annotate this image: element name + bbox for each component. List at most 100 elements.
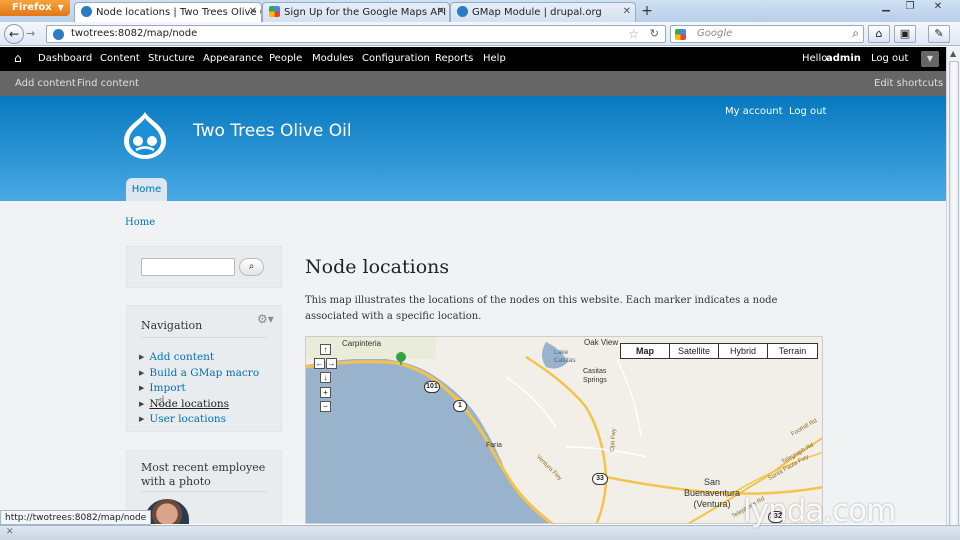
- toolbar-item-appearance[interactable]: Appearance: [203, 53, 263, 64]
- magnifier-icon[interactable]: ⌕: [852, 26, 859, 41]
- firefox-menu-button[interactable]: Firefox ▼: [0, 0, 70, 16]
- pan-down-button[interactable]: ↓: [320, 372, 331, 383]
- scrollbar-thumb[interactable]: [949, 61, 959, 531]
- toolbar-item-help[interactable]: Help: [483, 53, 506, 64]
- nav-item-build-gmap-macro[interactable]: ▶ Build a GMap macro: [139, 367, 259, 383]
- divider: [141, 337, 267, 338]
- divider: [141, 491, 267, 492]
- reload-icon[interactable]: ↻: [650, 27, 659, 40]
- site-header: Two Trees Olive Oil My account Log out H…: [0, 96, 946, 201]
- new-tab-button[interactable]: +: [638, 3, 656, 21]
- shortcut-bar: Add content Find content Edit shortcuts: [0, 71, 946, 96]
- my-account-link[interactable]: My account: [725, 106, 783, 117]
- header-logout-link[interactable]: Log out: [789, 106, 826, 117]
- url-text: twotrees:8082/map/node: [71, 28, 198, 39]
- bullet-icon: ▶: [139, 415, 145, 423]
- user-link[interactable]: admin: [826, 53, 861, 64]
- site-name[interactable]: Two Trees Olive Oil: [193, 121, 352, 141]
- highway-shield: 1: [453, 400, 467, 412]
- page-title: Node locations: [305, 256, 450, 278]
- navigation-block: Navigation ⚙▾ ▶ Add content ▶ Build a GMap…: [126, 305, 282, 432]
- nav-item-user-locations[interactable]: ▶ User locations: [139, 413, 259, 429]
- page-scrollbar[interactable]: ▲: [946, 47, 960, 531]
- tab-google-maps-api[interactable]: Sign Up for the Google Maps API - G...✕: [262, 2, 450, 22]
- close-tab-icon[interactable]: ✕: [249, 6, 257, 17]
- shortcut-add-content[interactable]: Add content: [15, 78, 76, 89]
- nav-item-add-content[interactable]: ▶ Add content: [139, 351, 259, 367]
- close-window-icon[interactable]: ✕: [930, 1, 946, 15]
- highway-shield: 101: [424, 381, 440, 393]
- breadcrumb[interactable]: Home: [125, 217, 155, 228]
- tab-label: GMap Module | drupal.org: [472, 7, 602, 18]
- home-button[interactable]: ⌂: [868, 25, 890, 43]
- tab-label: Node locations | Two Trees Olive Oil: [96, 7, 262, 18]
- close-tab-icon[interactable]: ✕: [623, 6, 631, 17]
- place-label: Lake Casitas: [554, 349, 576, 364]
- tab-label: Sign Up for the Google Maps API - G...: [284, 7, 449, 18]
- restore-icon[interactable]: ❐: [902, 1, 918, 15]
- bookmark-star-icon[interactable]: ☆: [628, 27, 639, 41]
- drupal-favicon-icon: [81, 6, 92, 17]
- map-type-satellite-button[interactable]: Satellite: [669, 343, 719, 359]
- highway-shield: 33: [592, 473, 608, 485]
- search-input[interactable]: [141, 258, 235, 276]
- forward-icon[interactable]: →: [26, 27, 35, 40]
- tab-home[interactable]: Home: [126, 178, 167, 201]
- search-bar[interactable]: Google ⌕: [670, 25, 864, 43]
- close-addon-bar-icon[interactable]: ✕: [6, 527, 14, 537]
- site-favicon-icon: [53, 29, 64, 40]
- toolbar-item-dashboard[interactable]: Dashboard: [38, 53, 92, 64]
- map-type-hybrid-button[interactable]: Hybrid: [718, 343, 768, 359]
- bookmarks-button[interactable]: ▣: [894, 25, 916, 43]
- drupal-logo-icon[interactable]: [122, 110, 168, 160]
- search-icon: ⌕: [248, 261, 255, 272]
- zoom-out-button[interactable]: −: [320, 401, 331, 412]
- toolbar-item-content[interactable]: Content: [100, 53, 140, 64]
- search-button[interactable]: ⌕: [239, 258, 264, 276]
- map-type-map-button[interactable]: Map: [620, 343, 670, 359]
- zoom-in-button[interactable]: +: [320, 387, 331, 398]
- close-tab-icon[interactable]: ✕: [437, 6, 445, 17]
- toolbar-item-structure[interactable]: Structure: [148, 53, 195, 64]
- hand-cursor-icon: ☝: [157, 394, 165, 409]
- bullet-icon: ▶: [139, 368, 145, 377]
- pan-left-button[interactable]: ←: [314, 358, 325, 369]
- employee-block-title: Most recent employee with a photo: [141, 461, 266, 488]
- tools-button[interactable]: ✎: [928, 25, 950, 43]
- toolbar-item-modules[interactable]: Modules: [312, 53, 354, 64]
- search-block: ⌕: [126, 246, 282, 288]
- browser-tab-bar: Firefox ▼ Node locations | Two Trees Oliv…: [0, 0, 960, 22]
- page-content: Home ⌕ Navigation ⚙▾ ▶ Add content ▶ Build…: [0, 201, 946, 524]
- place-label: Carpinteria: [342, 339, 382, 348]
- place-label: San Buenaventura (Ventura): [683, 477, 741, 509]
- admin-toolbar: ⌂ Dashboard Content Structure Appearance…: [0, 47, 946, 71]
- bullet-icon: ▶: [139, 384, 145, 392]
- employee-photo[interactable]: [145, 499, 189, 524]
- toolbar-item-reports[interactable]: Reports: [435, 53, 473, 64]
- scroll-up-icon[interactable]: ▲: [950, 49, 956, 58]
- gear-icon[interactable]: ⚙▾: [257, 312, 274, 326]
- map-type-terrain-button[interactable]: Terrain: [767, 343, 818, 359]
- pan-up-button[interactable]: ↑: [320, 344, 331, 355]
- minimize-icon[interactable]: ▁: [878, 1, 894, 15]
- lynda-watermark: lynda.com: [743, 493, 896, 529]
- google-favicon-icon: [269, 6, 280, 17]
- pan-right-button[interactable]: →: [326, 358, 337, 369]
- shortcut-toggle-icon[interactable]: ▼: [921, 51, 939, 67]
- url-bar[interactable]: twotrees:8082/map/node ☆ ↻: [46, 25, 666, 43]
- home-icon[interactable]: ⌂: [14, 51, 22, 65]
- shortcut-find-content[interactable]: Find content: [77, 78, 139, 89]
- tab-node-locations[interactable]: Node locations | Two Trees Olive Oil ✕: [74, 2, 262, 22]
- status-bar-url: http://twotrees:8082/map/node: [0, 510, 152, 525]
- toolbar-item-people[interactable]: People: [269, 53, 302, 64]
- place-label: Oak View: [584, 338, 619, 347]
- toolbar-logout-link[interactable]: Log out: [871, 53, 908, 64]
- bullet-icon: ▶: [139, 353, 145, 361]
- chevron-down-icon: ▼: [57, 3, 64, 12]
- intro-text: This map illustrates the locations of th…: [305, 295, 778, 322]
- edit-shortcuts-link[interactable]: Edit shortcuts: [874, 78, 943, 89]
- back-button[interactable]: ←: [4, 24, 24, 44]
- tab-gmap-module[interactable]: GMap Module | drupal.org ✕: [450, 2, 636, 22]
- google-search-icon: [675, 29, 686, 40]
- toolbar-item-configuration[interactable]: Configuration: [362, 53, 430, 64]
